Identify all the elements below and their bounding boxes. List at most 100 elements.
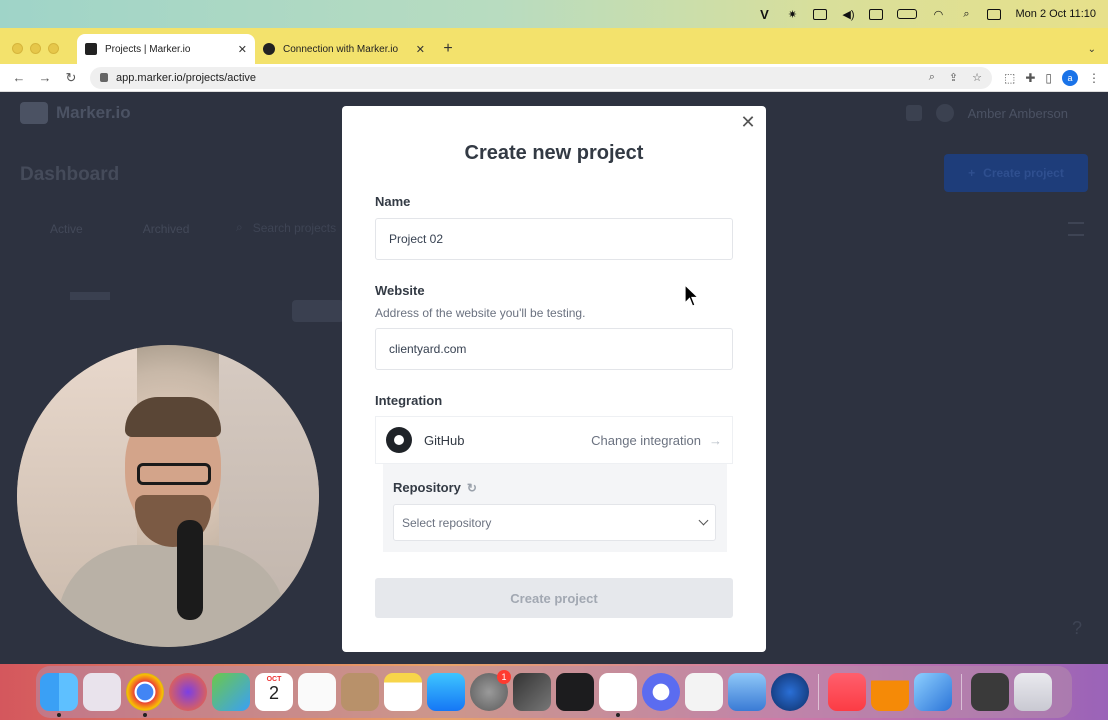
search-icon: ⌕ <box>236 220 243 234</box>
vimeo-icon[interactable]: V <box>757 7 771 22</box>
battery-icon[interactable] <box>897 9 918 19</box>
tab-projects[interactable]: Projects | Marker.io ✕ <box>77 34 255 64</box>
tab-title: Projects | Marker.io <box>105 43 191 55</box>
github-icon <box>263 43 275 55</box>
dock-separator <box>961 674 962 710</box>
sidepanel-icon[interactable]: ▯ <box>1045 71 1052 85</box>
tab-github-connection[interactable]: Connection with Marker.io ✕ <box>255 34 433 64</box>
avatar <box>935 104 954 122</box>
close-icon[interactable]: ✕ <box>738 112 758 132</box>
close-icon[interactable]: ✕ <box>238 43 247 56</box>
create-project-button[interactable]: Create project <box>375 578 733 618</box>
marker-icon <box>85 43 97 55</box>
close-icon[interactable]: ✕ <box>416 43 425 56</box>
search-field-bg: ⌕ Search projects <box>236 220 336 235</box>
presenter-glasses <box>137 463 211 485</box>
repository-panel: Repository ↻ Select repository <box>383 464 727 552</box>
arrow-right-icon[interactable]: → <box>709 433 722 448</box>
vlc-icon[interactable] <box>871 673 909 711</box>
repository-select[interactable]: Select repository <box>393 504 716 541</box>
forward-button[interactable]: → <box>34 67 56 89</box>
search-icon[interactable]: ⌕ <box>959 8 973 20</box>
address-toolbar: ← → ↻ app.marker.io/projects/active ⌕ ⇪ … <box>0 64 1108 92</box>
refresh-icon[interactable]: ↻ <box>467 481 477 495</box>
repository-label: Repository <box>393 480 461 495</box>
gear-icon[interactable]: ✷ <box>785 8 799 21</box>
maps-icon[interactable] <box>212 673 250 711</box>
reload-button[interactable]: ↻ <box>60 67 82 89</box>
running-indicator <box>143 713 147 717</box>
volume-icon[interactable]: ◀) <box>841 8 855 21</box>
firefox-icon[interactable] <box>169 673 207 711</box>
mouse-cursor-icon <box>684 284 700 307</box>
dock: OCT 2 1 <box>36 666 1072 718</box>
website-field[interactable]: clientyard.com <box>375 328 733 370</box>
status-badge <box>292 300 344 322</box>
profile-avatar[interactable]: a <box>1062 69 1078 86</box>
back-button[interactable]: ← <box>8 67 30 89</box>
project-thumbnail <box>70 292 110 300</box>
browser-tab-bar: Projects | Marker.io ✕ Connection with M… <box>0 28 1108 64</box>
new-tab-button[interactable]: + <box>433 34 463 64</box>
integration-row: GitHub Change integration → <box>375 416 733 464</box>
slack-icon[interactable] <box>599 673 637 717</box>
reminders-icon[interactable] <box>298 673 336 711</box>
zoom-window-button[interactable] <box>48 42 59 54</box>
screen-recorder-icon[interactable] <box>642 673 680 711</box>
proxyman-icon[interactable] <box>771 673 809 711</box>
star-icon[interactable]: ☆ <box>972 71 982 84</box>
dock-separator <box>818 674 819 710</box>
music-icon[interactable] <box>828 673 866 711</box>
menu-clock[interactable]: Mon 2 Oct 11:10 <box>1015 8 1096 20</box>
system-settings-icon[interactable]: 1 <box>470 670 511 711</box>
calendar-day: 2 <box>268 683 279 703</box>
finder-icon[interactable] <box>40 673 78 717</box>
launchpad-icon[interactable] <box>83 673 121 711</box>
change-integration-link[interactable]: Change integration → <box>591 433 722 448</box>
integration-provider: GitHub <box>424 432 465 448</box>
preview-icon[interactable] <box>728 673 766 711</box>
chrome-icon[interactable] <box>126 673 164 717</box>
chevron-down-icon[interactable] <box>698 515 709 526</box>
running-indicator <box>57 713 61 717</box>
trash-icon[interactable] <box>1014 673 1052 711</box>
screenshot-thumbnail-icon[interactable] <box>971 673 1009 711</box>
marker-logo: Marker.io <box>20 102 131 124</box>
wifi-icon[interactable]: ◠ <box>931 8 945 21</box>
lock-icon[interactable] <box>100 73 108 82</box>
menu-bar: V ✷ ◀) ◠ ⌕ Mon 2 Oct 11:10 <box>0 0 1108 28</box>
folder-icon[interactable] <box>914 673 952 711</box>
screen-record-icon[interactable] <box>813 8 828 20</box>
name-label: Name <box>375 194 411 209</box>
textedit-icon[interactable] <box>685 673 723 711</box>
app-store-icon[interactable] <box>427 673 465 711</box>
final-cut-icon[interactable] <box>513 673 551 711</box>
vpn-icon[interactable] <box>869 8 884 20</box>
activity-monitor-icon[interactable] <box>556 673 594 711</box>
minimize-window-button[interactable] <box>30 42 41 54</box>
chevron-down-icon[interactable]: ⌄ <box>1088 34 1096 64</box>
url-text[interactable]: app.marker.io/projects/active <box>116 72 256 84</box>
menu-icon[interactable]: ⋮ <box>1088 71 1100 85</box>
url-bar[interactable]: app.marker.io/projects/active ⌕ ⇪ ☆ <box>90 66 992 89</box>
integration-label: Integration <box>375 393 443 408</box>
presenter-hair <box>125 397 221 437</box>
logo-text: Marker.io <box>56 103 131 122</box>
github-icon <box>386 427 412 453</box>
calendar-icon[interactable]: OCT 2 <box>255 673 293 711</box>
extensions-icon[interactable]: ✚ <box>1025 71 1035 85</box>
marker-logo-icon <box>20 102 48 124</box>
screenshot-icon[interactable]: ⬚ <box>1004 71 1015 85</box>
close-window-button[interactable] <box>12 42 23 54</box>
help-icon: ? <box>1071 618 1082 638</box>
name-field[interactable]: Project 02 <box>375 218 733 260</box>
repository-label-row: Repository ↻ <box>393 480 477 495</box>
zoom-icon[interactable]: ⌕ <box>929 71 935 84</box>
share-icon[interactable]: ⇪ <box>949 71 958 84</box>
contacts-icon[interactable] <box>341 673 379 711</box>
repository-placeholder[interactable]: Select repository <box>402 516 491 530</box>
notes-icon[interactable] <box>384 673 422 711</box>
notification-icon <box>905 105 922 121</box>
change-integration-label[interactable]: Change integration <box>591 433 701 448</box>
control-center-icon[interactable] <box>987 8 1002 20</box>
